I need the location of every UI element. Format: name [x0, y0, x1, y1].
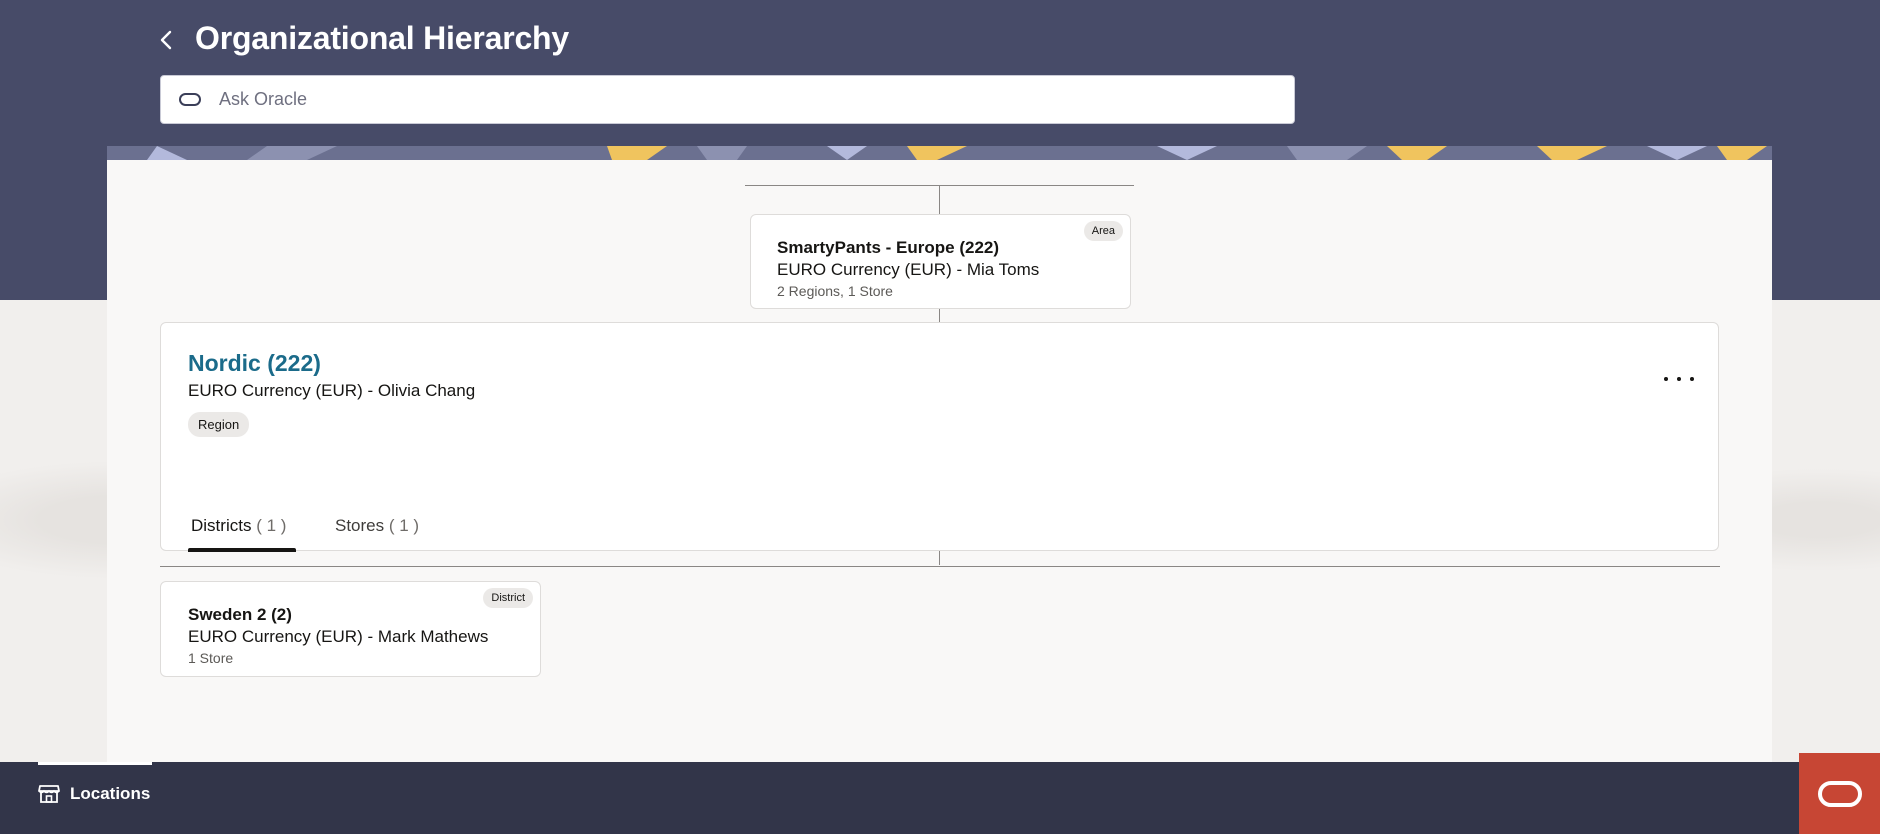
oracle-logo-icon	[1817, 780, 1862, 807]
node-title: Sweden 2 (2)	[188, 605, 292, 624]
tab-label: Districts	[191, 516, 252, 535]
connector-line	[939, 186, 940, 214]
node-summary: 2 Regions, 1 Store	[777, 283, 893, 299]
tab-districts[interactable]: Districts ( 1 )	[191, 516, 286, 536]
locations-nav-item[interactable]: Locations	[38, 784, 150, 804]
connector-line	[160, 566, 1720, 567]
selected-node-currency-owner: EURO Currency (EUR) - Olivia Chang	[188, 381, 476, 400]
tab-label: Stores	[335, 516, 385, 535]
more-dot	[1690, 377, 1694, 381]
node-summary: 1 Store	[188, 650, 234, 666]
chevron-left-icon	[160, 30, 172, 50]
child-node-card[interactable]: District Sweden 2 (2) EURO Currency (EUR…	[160, 581, 541, 677]
node-type-badge: District	[483, 588, 533, 608]
node-currency-owner: EURO Currency (EUR) - Mia Toms	[777, 260, 1040, 279]
selected-node-card: Nordic (222) EURO Currency (EUR) - Olivi…	[160, 322, 1719, 552]
node-title: SmartyPants - Europe (222)	[777, 238, 1000, 257]
oracle-assistant-button[interactable]	[1799, 753, 1880, 834]
connector-line	[939, 308, 940, 323]
selected-tab-indicator	[188, 548, 296, 552]
tab-count: ( 1 )	[388, 516, 420, 535]
tab-stores[interactable]: Stores ( 1 )	[335, 516, 419, 536]
more-dot	[1677, 377, 1681, 381]
tab-count: ( 1 )	[256, 516, 287, 535]
hierarchy-canvas: Area SmartyPants - Europe (222) EURO Cur…	[107, 160, 1772, 762]
store-icon	[38, 785, 60, 803]
oracle-logo-icon	[179, 93, 201, 106]
page-title: Organizational Hierarchy	[195, 20, 569, 56]
more-dot	[1664, 377, 1668, 381]
node-type-badge: Area	[1083, 221, 1123, 241]
back-button[interactable]	[152, 26, 180, 54]
decorative-pattern-strip	[107, 146, 1772, 160]
locations-label: Locations	[70, 784, 151, 803]
parent-node-card[interactable]: Area SmartyPants - Europe (222) EURO Cur…	[750, 214, 1131, 309]
connector-line	[939, 551, 940, 565]
bottom-navigation-bar: Locations	[0, 762, 1880, 834]
more-actions-button[interactable]	[1664, 367, 1694, 391]
node-type-badge: Region	[188, 412, 250, 437]
active-tab-indicator	[38, 762, 152, 765]
node-currency-owner: EURO Currency (EUR) - Mark Mathews	[188, 627, 489, 646]
selected-node-title[interactable]: Nordic (222)	[188, 350, 321, 377]
ask-oracle-bar[interactable]	[160, 75, 1295, 124]
ask-oracle-input[interactable]	[219, 89, 1294, 110]
